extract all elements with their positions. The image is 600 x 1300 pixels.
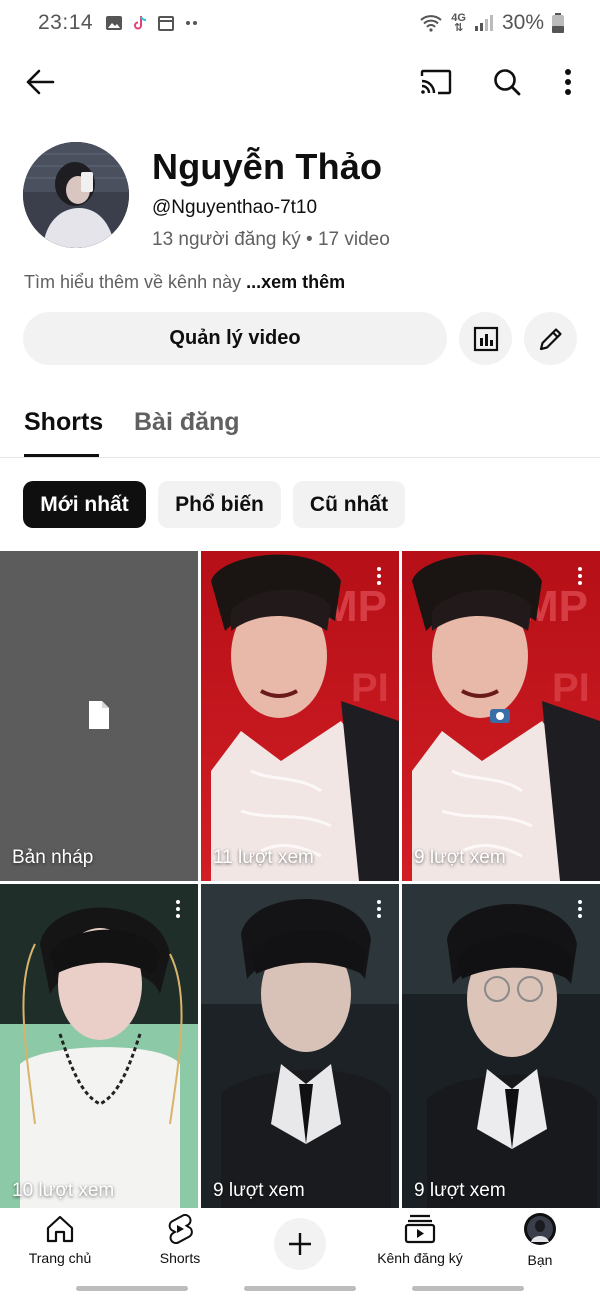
home-icon <box>46 1215 74 1243</box>
more-vert-icon <box>565 69 571 95</box>
short-caption: Bản nháp <box>12 847 94 868</box>
short-tile[interactable]: 9 lượt xem <box>402 884 600 1214</box>
tiktok-icon <box>134 16 147 30</box>
short-caption: 9 lượt xem <box>213 1180 305 1201</box>
short-menu-button[interactable] <box>168 898 188 920</box>
search-button[interactable] <box>485 60 529 104</box>
status-bar: 23:14 4G ⇅ 30% <box>0 0 600 46</box>
short-caption: 11 lượt xem <box>213 847 314 868</box>
nav-shorts[interactable]: Shorts <box>120 1214 240 1266</box>
wifi-icon <box>420 15 442 32</box>
channel-stats: 13 người đăng ký • 17 video <box>152 229 390 250</box>
short-tile-draft[interactable]: Bản nháp <box>0 551 198 881</box>
cast-button[interactable] <box>414 60 458 104</box>
nav-home-label: Trang chủ <box>28 1250 92 1266</box>
nav-subscriptions-label: Kênh đăng ký <box>377 1250 463 1266</box>
short-thumbnail: MP PI <box>201 551 399 881</box>
short-caption: 9 lượt xem <box>414 847 506 868</box>
more-options-button[interactable] <box>546 60 590 104</box>
nav-subscriptions[interactable]: Kênh đăng ký <box>360 1214 480 1266</box>
channel-description-text: Tìm hiểu thêm về kênh này <box>24 272 247 292</box>
back-button[interactable] <box>18 60 62 104</box>
top-app-bar <box>0 56 600 108</box>
short-tile[interactable]: 9 lượt xem <box>201 884 399 1214</box>
manage-videos-button[interactable]: Quản lý video <box>23 312 447 365</box>
battery-percent: 30% <box>501 11 544 34</box>
short-tile[interactable]: MP PI 11 lượt xem <box>201 551 399 881</box>
document-icon <box>89 701 109 729</box>
signal-icon <box>474 15 493 31</box>
edit-channel-button[interactable] <box>524 312 577 365</box>
status-time: 23:14 <box>38 11 94 34</box>
battery-icon <box>552 13 564 33</box>
channel-name: Nguyễn Thảo <box>152 146 383 187</box>
short-thumbnail <box>201 884 399 1214</box>
chip-popular[interactable]: Phổ biến <box>158 481 281 528</box>
short-menu-button[interactable] <box>570 565 590 587</box>
short-menu-button[interactable] <box>369 898 389 920</box>
short-menu-button[interactable] <box>570 898 590 920</box>
short-tile[interactable]: 10 lượt xem <box>0 884 198 1214</box>
analytics-icon <box>473 326 498 351</box>
nav-shorts-label: Shorts <box>159 1250 201 1266</box>
status-right: 4G ⇅ 30% <box>419 0 564 46</box>
avatar-photo <box>23 142 129 248</box>
short-caption: 10 lượt xem <box>12 1180 115 1201</box>
active-tab-indicator <box>24 454 99 457</box>
chip-oldest[interactable]: Cũ nhất <box>293 481 405 528</box>
tab-posts[interactable]: Bài đăng <box>134 408 240 437</box>
gesture-bar-right <box>412 1286 524 1291</box>
chip-newest[interactable]: Mới nhất <box>23 481 146 528</box>
bottom-navigation: Trang chủ Shorts Kênh đăng ký Bạn <box>0 1208 600 1278</box>
channel-handle: @Nguyenthao-7t10 <box>152 197 318 218</box>
short-tile[interactable]: MP PI 9 lượt xem <box>402 551 600 881</box>
pencil-icon <box>539 327 562 350</box>
status-notification-icons <box>105 14 201 32</box>
calendar-icon <box>158 16 175 31</box>
nav-home[interactable]: Trang chủ <box>0 1214 120 1266</box>
avatar-icon <box>524 1213 556 1245</box>
search-icon <box>494 69 521 96</box>
short-menu-button[interactable] <box>369 565 389 587</box>
tab-shorts[interactable]: Shorts <box>24 408 103 437</box>
short-thumbnail: MP PI <box>402 551 600 881</box>
nav-you-label: Bạn <box>527 1252 553 1268</box>
channel-tabs: Shorts Bài đăng <box>0 398 600 458</box>
gesture-bar-left <box>76 1286 188 1291</box>
see-more-link[interactable]: ...xem thêm <box>246 272 345 292</box>
gallery-icon <box>106 16 123 30</box>
shorts-icon <box>168 1214 193 1244</box>
arrow-left-icon <box>26 69 55 95</box>
create-plus-icon <box>289 1233 311 1255</box>
gesture-bar-center <box>244 1286 356 1291</box>
short-caption: 9 lượt xem <box>414 1180 506 1201</box>
svg-text:PI: PI <box>552 666 590 710</box>
create-button[interactable] <box>274 1218 326 1270</box>
subscriptions-icon <box>404 1214 436 1244</box>
more-notifications-icon <box>186 21 198 25</box>
network-indicator: 4G ⇅ <box>451 12 466 34</box>
channel-description[interactable]: Tìm hiểu thêm về kênh này ...xem thêm <box>24 272 345 293</box>
short-thumbnail <box>0 884 198 1214</box>
nav-you[interactable]: Bạn <box>480 1213 600 1268</box>
channel-avatar[interactable] <box>23 142 129 248</box>
analytics-button[interactable] <box>459 312 512 365</box>
short-thumbnail <box>402 884 600 1214</box>
cast-icon <box>420 69 452 95</box>
svg-text:PI: PI <box>351 666 389 710</box>
